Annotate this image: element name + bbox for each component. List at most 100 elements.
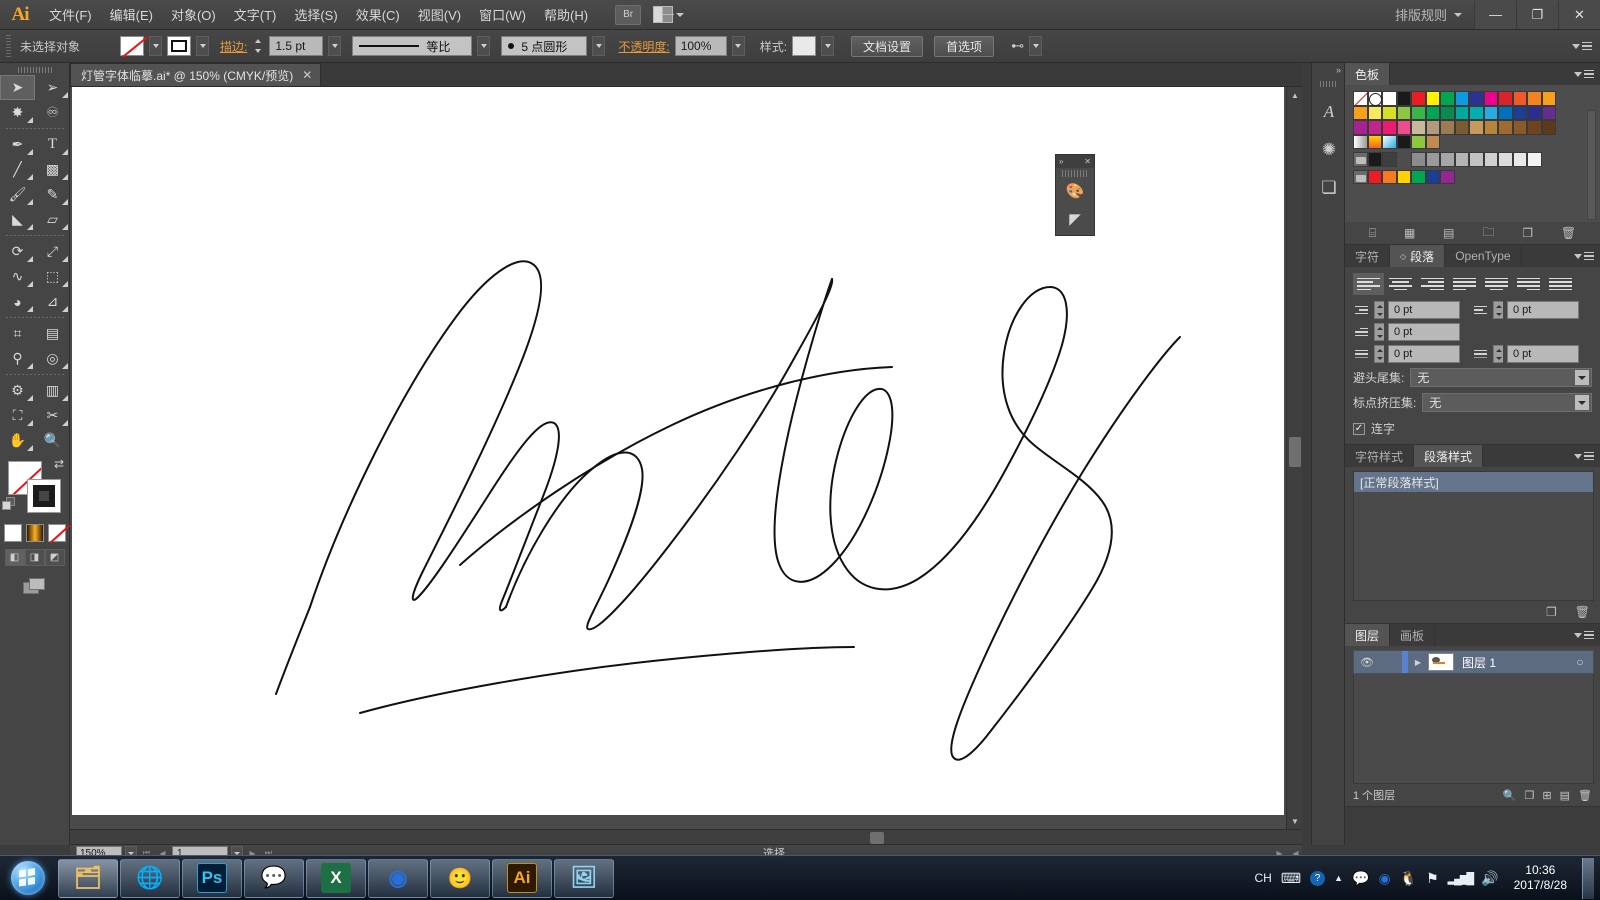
space-after-input[interactable]: 0 pt [1507, 345, 1579, 363]
workspace-switcher[interactable]: 排版规则 [1395, 5, 1454, 24]
menu-type[interactable]: 文字(T) [225, 0, 286, 29]
show-desktop-button[interactable] [1582, 857, 1594, 899]
tab-swatches[interactable]: 色板 [1345, 63, 1391, 85]
paragraph-styles-menu[interactable] [1574, 445, 1600, 467]
rail-grip[interactable] [1320, 81, 1336, 87]
stroke-weight-label[interactable]: 描边: [220, 38, 247, 55]
control-bar-menu[interactable] [1572, 41, 1600, 51]
artboard-tool[interactable]: ⛶ [0, 403, 35, 428]
chevron-right-icon[interactable]: ▶ [1415, 658, 1421, 667]
swatch-cell[interactable] [1425, 91, 1440, 106]
align-chevron-down-icon[interactable] [1029, 36, 1043, 56]
canvas-vertical-scrollbar[interactable]: ▲ ▼ [1286, 87, 1302, 829]
brushes-panel-icon[interactable]: ✺ [1312, 131, 1346, 169]
blob-brush-tool[interactable]: ◣ [0, 207, 35, 232]
burasagari-select[interactable]: 无 [1422, 393, 1592, 412]
swatch-cell[interactable] [1425, 120, 1440, 135]
stroke-color-swatch[interactable] [167, 36, 191, 56]
draw-inside-button[interactable]: ◩ [44, 549, 65, 566]
swatch-cell[interactable] [1541, 120, 1556, 135]
list-item[interactable]: [正常段落样式] [1354, 472, 1593, 492]
gradient-icon[interactable]: ◤ [1056, 205, 1094, 233]
swatch-gradient-orange[interactable] [1367, 134, 1382, 149]
workspace-chevron-down-icon[interactable] [1454, 12, 1462, 17]
artboard[interactable] [72, 87, 1284, 815]
pen-tool[interactable]: ✒ [0, 132, 35, 157]
menu-select[interactable]: 选择(S) [285, 0, 346, 29]
swatch-cell[interactable] [1411, 105, 1426, 120]
swatch-cell[interactable] [1382, 91, 1397, 106]
swatch-cell[interactable] [1454, 91, 1469, 106]
swatch-options-icon[interactable]: ▤ [1443, 226, 1454, 240]
draw-behind-button[interactable]: ◨ [24, 549, 45, 566]
swatch-cell[interactable] [1454, 120, 1469, 135]
ime-indicator[interactable]: CH [1255, 871, 1272, 885]
swatch-cell[interactable] [1367, 120, 1382, 135]
swatch-cell[interactable] [1498, 105, 1513, 120]
right-indent-input[interactable]: 0 pt [1507, 301, 1579, 319]
blend-tool[interactable]: ◎ [35, 346, 70, 371]
stroke-profile-select[interactable]: 等比 [352, 36, 473, 56]
swatch-cell[interactable] [1469, 120, 1484, 135]
layers-panel-icon[interactable]: ❏ [1312, 169, 1346, 207]
swatch-cell[interactable] [1512, 152, 1527, 167]
pencil-tool[interactable]: ✎ [35, 182, 70, 207]
canvas-area[interactable]: » ✕ 🎨 ◤ ▲ ▼ [70, 87, 1302, 829]
swatch-cell[interactable] [1512, 91, 1527, 106]
control-panel-menu-icon[interactable] [1572, 41, 1592, 51]
swatch-pattern-dot[interactable] [1396, 134, 1411, 149]
swatch-cell[interactable] [1527, 91, 1542, 106]
start-button[interactable] [4, 858, 52, 898]
swatch-cell[interactable] [1454, 152, 1469, 167]
shape-builder-tool[interactable]: ◕ [0, 289, 35, 314]
paintbrush-tool[interactable]: 🖌 [0, 182, 35, 207]
control-bar-grip[interactable] [6, 35, 11, 57]
document-setup-button[interactable]: 文档设置 [851, 35, 924, 57]
swatch-cell[interactable] [1498, 91, 1513, 106]
menu-effect[interactable]: 效果(C) [347, 0, 409, 29]
swatch-cell[interactable] [1512, 120, 1527, 135]
align-right-button[interactable] [1417, 273, 1448, 295]
preferences-button[interactable]: 首选项 [934, 35, 995, 57]
tab-character[interactable]: 字符 [1345, 245, 1391, 267]
tab-artboards[interactable]: 画板 [1390, 624, 1436, 646]
rotate-tool[interactable]: ⟳ [0, 239, 35, 264]
space-before-input[interactable]: 0 pt [1388, 345, 1460, 363]
swatch-cell[interactable] [1425, 152, 1440, 167]
locate-object-icon[interactable]: 🔍 [1503, 789, 1517, 802]
swatch-cell[interactable] [1440, 169, 1455, 184]
menu-file[interactable]: 文件(F) [40, 0, 101, 29]
first-line-indent-stepper[interactable] [1374, 323, 1384, 341]
swatch-gradient-white[interactable] [1353, 134, 1368, 149]
swatch-gradient-blue[interactable] [1382, 134, 1397, 149]
create-new-layer-icon[interactable]: ▤ [1560, 789, 1570, 802]
mesh-tool[interactable]: ⌗ [0, 321, 35, 346]
make-clipping-mask-icon[interactable]: ❐ [1525, 789, 1535, 802]
new-swatch-icon[interactable]: ❐ [1522, 226, 1533, 240]
swatch-cell[interactable] [1411, 169, 1426, 184]
menu-edit[interactable]: 编辑(E) [101, 0, 162, 29]
swatch-cell[interactable] [1425, 169, 1440, 184]
menu-object[interactable]: 对象(O) [162, 0, 225, 29]
fill-chevron-down-icon[interactable] [149, 36, 162, 56]
swatch-cell[interactable] [1367, 152, 1382, 167]
draw-normal-button[interactable]: ◧ [4, 549, 25, 566]
floating-mini-panel[interactable]: » ✕ 🎨 ◤ [1055, 154, 1095, 236]
taskbar-item-illustrator[interactable]: Ai [492, 858, 552, 898]
swatches-scrollbar[interactable] [1587, 110, 1596, 220]
opacity-chevron-down-icon[interactable] [731, 36, 745, 56]
gradient-mode-button[interactable] [25, 524, 44, 542]
swatch-cell[interactable] [1541, 91, 1556, 106]
delete-swatch-icon[interactable]: 🗑 [1561, 226, 1576, 240]
swatch-cell[interactable] [1367, 105, 1382, 120]
swatch-cell[interactable] [1527, 105, 1542, 120]
swatch-cell[interactable] [1498, 152, 1513, 167]
swatch-cell[interactable] [1527, 152, 1542, 167]
document-tab[interactable]: 灯管字体临摹.ai* @ 150% (CMYK/预览) ✕ [70, 63, 322, 86]
justify-last-center-button[interactable] [1481, 273, 1512, 295]
swatch-cell[interactable] [1440, 120, 1455, 135]
line-segment-tool[interactable]: ╱ [0, 157, 35, 182]
swatch-none[interactable] [1353, 91, 1368, 106]
show-swatch-kinds-icon[interactable]: ▦ [1404, 226, 1415, 240]
taskbar-item-browser[interactable]: 🌐 [120, 858, 180, 898]
